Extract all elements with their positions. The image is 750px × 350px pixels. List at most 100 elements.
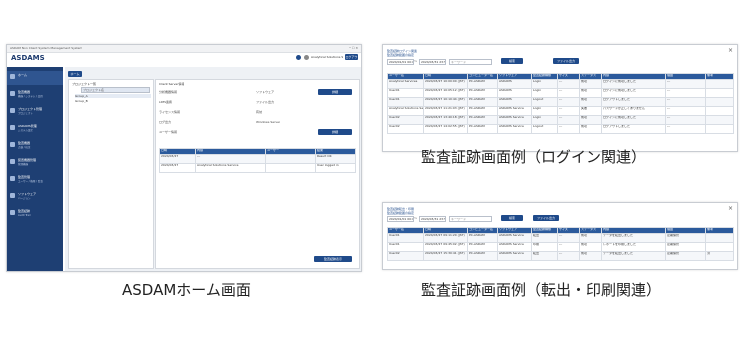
- table-cell: PC-ASDAM: [467, 97, 498, 107]
- sidebar: ホーム 監査機器 機器 / システム / 品目 プロジェクト管理 プロジェクト ASDAM…: [7, 67, 63, 271]
- table-cell: Login: [531, 115, 558, 125]
- close-icon[interactable]: ×: [728, 48, 733, 54]
- keyword-input[interactable]: キーワード: [449, 59, 492, 65]
- info-panel: Client Server情報 分析機器情報 ソフトウェア 詳細 LIMS連携 ファイル…: [155, 79, 360, 269]
- sidebar-item[interactable]: ソフトウェア バージョン: [7, 190, 63, 204]
- table-row[interactable]: User01 2024/03/27 09:45:02 (JST) PC-ASDAM A…: [387, 242, 734, 252]
- table-cell: データを転出しました: [601, 251, 666, 261]
- project-tree-panel: プロジェクト一覧 プロジェクト名 Group_A Group_B: [68, 79, 154, 269]
- caption-print: 監査証跡画面例（転出・印刷関連）: [421, 281, 662, 299]
- table-row[interactable]: 2024/03/27 Analytical Solutions Service Us…: [159, 163, 356, 173]
- table-cell: User02: [387, 115, 424, 125]
- sidebar-item[interactable]: 装置機器管理 管理機器: [7, 156, 63, 170]
- window-titlebar: ASDAM Non Client System Management Syste…: [7, 45, 361, 53]
- table-cell: 済: [705, 251, 734, 261]
- table-cell: Logout: [531, 124, 558, 134]
- info-title: Client Server情報: [159, 82, 185, 86]
- table-cell: [265, 154, 316, 164]
- table-cell: データを転出しました: [601, 233, 666, 243]
- sidebar-item[interactable]: プロジェクト管理 プロジェクト: [7, 105, 63, 119]
- table-row[interactable]: Analytical Services 2024/03/27 10:00:00 (…: [387, 79, 734, 89]
- menu-icon: [10, 91, 15, 96]
- table-row[interactable]: 2024/03/27 --- Result OK: [159, 154, 356, 164]
- audit-trail-button[interactable]: 監査証跡表示: [314, 256, 352, 262]
- table-cell: 2024/03/27 10:05:12 (JST): [423, 88, 468, 98]
- export-button[interactable]: ファイル出力: [553, 58, 579, 64]
- sidebar-item-sub: システム設定: [18, 129, 33, 132]
- tab-home[interactable]: ホーム: [68, 71, 82, 77]
- tree-item[interactable]: Group_B: [75, 99, 88, 103]
- sidebar-item[interactable]: 監査機器 機器 / システム / 品目: [7, 88, 63, 102]
- table-cell: 成功: [579, 233, 602, 243]
- table-cell: 成功: [579, 79, 602, 89]
- table-cell: ---: [557, 251, 580, 261]
- sidebar-item-sub: 機器 / システム / 品目: [18, 95, 43, 98]
- table-row[interactable]: User01 2024/03/27 10:10:44 (JST) PC-ASDAM A…: [387, 97, 734, 107]
- table-cell: ASDAMS Service: [497, 124, 532, 134]
- table-cell: [705, 88, 734, 98]
- sidebar-item[interactable]: ホーム: [7, 71, 63, 85]
- export-button[interactable]: ファイル出力: [533, 215, 559, 221]
- sidebar-item-label: 監査機器: [18, 90, 31, 94]
- table-cell: ---: [665, 97, 706, 107]
- table-cell: ASDAMS Service: [497, 106, 532, 116]
- date-from-input[interactable]: 2024/01/01 00:00: [387, 216, 414, 222]
- detail-button[interactable]: 詳細: [318, 89, 352, 95]
- table-row[interactable]: User02 2024/03/27 15:30:41 (JST) PC-ASDAM A…: [387, 251, 734, 261]
- table-cell: レポートを印刷しました: [601, 242, 666, 252]
- table-cell: ---: [557, 106, 580, 116]
- sidebar-item-label: ASDAMS管理: [18, 124, 37, 128]
- sidebar-item[interactable]: 監査管理 ユーザー / 権限 / 監査: [7, 173, 63, 187]
- table-cell: 定期保管: [665, 233, 706, 243]
- sidebar-item[interactable]: ASDAMS管理 システム設定: [7, 122, 63, 136]
- menu-icon: [10, 108, 15, 113]
- table-cell: 定期保管: [665, 251, 706, 261]
- table-cell: ASDAMS: [497, 79, 532, 89]
- keyword-input[interactable]: キーワード: [449, 216, 492, 222]
- table-row[interactable]: User02 2024/03/27 13:40:18 (JST) PC-ASDAM A…: [387, 115, 734, 125]
- table-cell: [705, 79, 734, 89]
- sidebar-item-sub: ユーザー / 権限 / 監査: [18, 180, 43, 183]
- table-cell: ログアウトしました: [601, 124, 666, 134]
- tree-search-input[interactable]: プロジェクト名: [81, 87, 150, 93]
- sidebar-item-sub: バージョン: [18, 197, 31, 200]
- search-button[interactable]: 検索: [501, 215, 523, 221]
- table-cell: ---: [665, 115, 706, 125]
- user-name: Analytical Solutions Services: [311, 55, 343, 59]
- info-icon[interactable]: [296, 55, 301, 60]
- table-cell: ASDAMS Service: [497, 233, 532, 243]
- login-audit-table: ユーザー名 日時 コンピューター名 ソフトウェア 監査証跡種類 サイズ ステータス 内容 理由備…: [387, 73, 734, 134]
- table-row[interactable]: User02 2024/03/27 14:02:55 (JST) PC-ASDAM A…: [387, 124, 734, 134]
- table-row[interactable]: User01 2024/03/27 09:11:20 (JST) PC-ASDAM A…: [387, 233, 734, 243]
- info-value: ソフトウェア: [256, 90, 275, 94]
- table-cell: Result OK: [315, 154, 356, 164]
- table-cell: ログインに成功しました: [601, 79, 666, 89]
- window-controls-icon[interactable]: ─ ☐ ✕: [349, 46, 358, 50]
- table-cell: ---: [665, 88, 706, 98]
- main-area: ホーム プロジェクト一覧 プロジェクト名 Group_A Group_B Cli…: [65, 67, 361, 271]
- sidebar-item[interactable]: 監査証跡 Audit Trail: [7, 207, 63, 221]
- menu-icon: [10, 210, 15, 215]
- table-cell: Logout: [531, 97, 558, 107]
- sidebar-item[interactable]: 監査機器 点検 / 校正: [7, 139, 63, 153]
- table-cell: Login: [531, 79, 558, 89]
- tree-header: プロジェクト一覧: [72, 82, 97, 86]
- table-cell: [705, 233, 734, 243]
- date-from-input[interactable]: 2024/01/01 00:00: [387, 59, 414, 65]
- table-cell: ログアウトしました: [601, 97, 666, 107]
- detail-button[interactable]: 詳細: [318, 129, 352, 135]
- table-row[interactable]: User01 2024/03/27 10:05:12 (JST) PC-ASDAM A…: [387, 88, 734, 98]
- table-cell: PC-ASDAM: [467, 124, 498, 134]
- table-cell: User logged in: [315, 163, 356, 173]
- table-cell: Analytical Solutions Service: [387, 106, 424, 116]
- close-icon[interactable]: ×: [728, 206, 733, 212]
- table-row[interactable]: Analytical Solutions Service2024/03/27 1…: [387, 106, 734, 116]
- search-button[interactable]: 検索: [501, 58, 523, 64]
- sidebar-item-label: プロジェクト管理: [18, 107, 43, 111]
- date-to-input[interactable]: 2024/03/31 23:59: [419, 216, 446, 222]
- tree-item[interactable]: Group_A: [75, 94, 151, 98]
- logout-button[interactable]: ログアウト: [345, 54, 358, 65]
- date-to-input[interactable]: 2024/03/31 23:59: [419, 59, 446, 65]
- table-cell: 成功: [579, 115, 602, 125]
- table-cell: 2024/03/27 15:30:41 (JST): [423, 251, 468, 261]
